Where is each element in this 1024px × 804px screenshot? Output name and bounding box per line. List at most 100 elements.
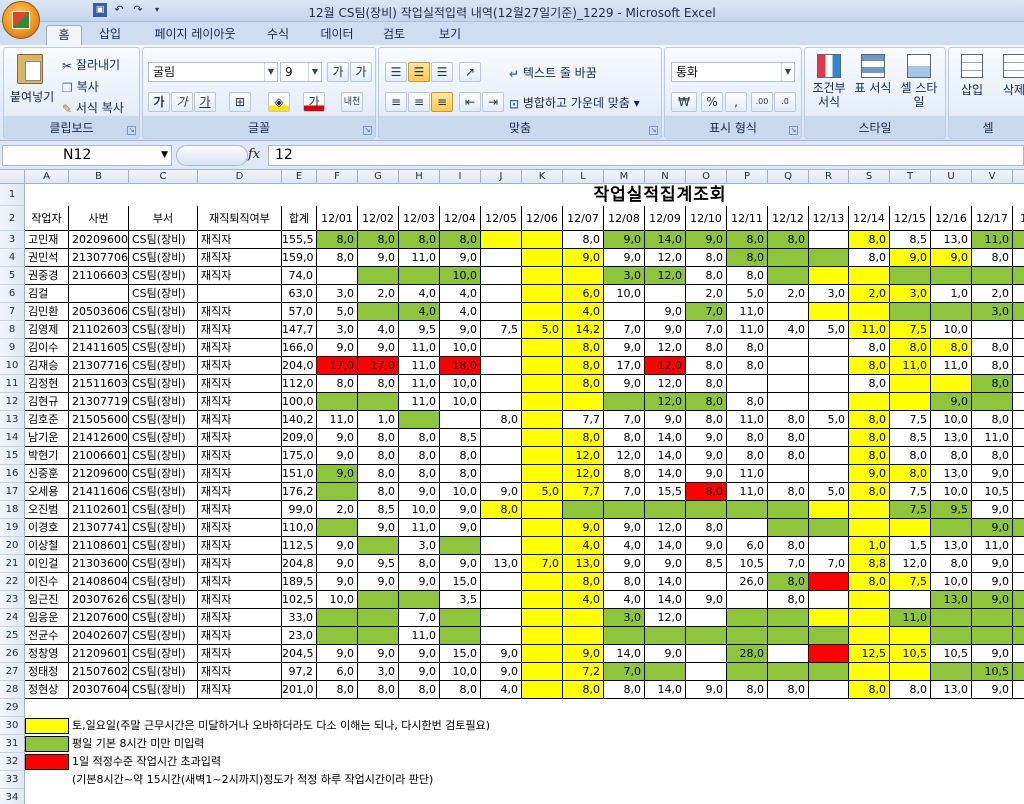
table-cell[interactable]: CS팀(장비): [129, 591, 198, 609]
table-cell[interactable]: 9,0: [317, 537, 358, 555]
table-cell[interactable]: 9,0: [440, 249, 481, 267]
row-header[interactable]: 8: [0, 321, 25, 339]
table-cell[interactable]: 9,0: [604, 339, 645, 357]
table-cell[interactable]: 9,0: [890, 249, 931, 267]
name-box[interactable]: N12 ▼: [2, 145, 172, 166]
row-header[interactable]: 28: [0, 681, 25, 699]
table-cell[interactable]: 23,0: [282, 627, 317, 645]
table-cell[interactable]: [768, 375, 809, 393]
table-cell[interactable]: 9,0: [440, 519, 481, 537]
table-cell[interactable]: 9,0: [604, 249, 645, 267]
table-cell[interactable]: 8,0: [686, 357, 727, 375]
table-cell[interactable]: 1,5: [890, 537, 931, 555]
table-cell[interactable]: 8,0: [317, 249, 358, 267]
table-cell[interactable]: 8,0: [481, 411, 522, 429]
number-launcher-icon[interactable]: ↘: [789, 126, 798, 135]
table-cell[interactable]: 오진범: [25, 501, 69, 519]
table-cell[interactable]: 3,0: [317, 321, 358, 339]
table-cell[interactable]: 8,0: [890, 339, 931, 357]
table-cell[interactable]: 7,0: [522, 555, 563, 573]
column-header[interactable]: B: [69, 170, 129, 184]
table-cell[interactable]: 9,0: [481, 663, 522, 681]
table-cell[interactable]: 21207600: [69, 609, 129, 627]
table-cell[interactable]: [849, 627, 890, 645]
table-cell[interactable]: 8,0: [972, 375, 1013, 393]
table-cell[interactable]: 147,7: [282, 321, 317, 339]
table-cell[interactable]: [645, 285, 686, 303]
table-cell[interactable]: 3,0: [604, 267, 645, 285]
table-cell[interactable]: [481, 429, 522, 447]
table-cell[interactable]: 102,5: [282, 591, 317, 609]
table-cell[interactable]: 13,0: [931, 537, 972, 555]
table-cell[interactable]: [1013, 465, 1024, 483]
table-cell[interactable]: 21307719: [69, 393, 129, 411]
table-cell[interactable]: 7,0: [809, 555, 849, 573]
table-cell[interactable]: 21408604: [69, 573, 129, 591]
table-cell[interactable]: 8,0: [686, 249, 727, 267]
table-cell[interactable]: [481, 249, 522, 267]
table-cell[interactable]: [358, 393, 399, 411]
table-cell[interactable]: 7,5: [890, 501, 931, 519]
header-cell[interactable]: 12/10: [686, 206, 727, 231]
table-cell[interactable]: [809, 537, 849, 555]
table-cell[interactable]: [645, 501, 686, 519]
table-cell[interactable]: 10,0: [931, 573, 972, 591]
row-header[interactable]: 12: [0, 393, 25, 411]
legend-text[interactable]: 1일 적정수준 작업시간 초과입력: [72, 753, 221, 771]
table-cell[interactable]: 이진수: [25, 573, 69, 591]
column-header[interactable]: F: [317, 170, 358, 184]
header-cell[interactable]: 12/17: [972, 206, 1013, 231]
table-cell[interactable]: 5,0: [317, 303, 358, 321]
table-cell[interactable]: 재직자: [198, 591, 282, 609]
table-cell[interactable]: [768, 339, 809, 357]
header-cell[interactable]: 12/15: [890, 206, 931, 231]
table-cell[interactable]: 8,0: [358, 375, 399, 393]
table-cell[interactable]: 9,0: [972, 501, 1013, 519]
row-header[interactable]: 33: [0, 771, 25, 789]
table-cell[interactable]: 2,0: [768, 285, 809, 303]
table-cell[interactable]: 14,0: [645, 447, 686, 465]
table-cell[interactable]: CS팀(장비): [129, 573, 198, 591]
table-cell[interactable]: 8,0: [931, 447, 972, 465]
table-cell[interactable]: [931, 375, 972, 393]
increase-decimal-button[interactable]: .00: [751, 92, 773, 112]
table-cell[interactable]: 11,0: [849, 321, 890, 339]
table-cell[interactable]: CS팀(장비): [129, 501, 198, 519]
table-cell[interactable]: 166,0: [282, 339, 317, 357]
table-cell[interactable]: [809, 609, 849, 627]
table-cell[interactable]: 정태정: [25, 663, 69, 681]
table-cell[interactable]: 8,0: [727, 339, 768, 357]
table-cell[interactable]: [522, 411, 563, 429]
table-cell[interactable]: 9,0: [358, 249, 399, 267]
table-cell[interactable]: 8,0: [727, 429, 768, 447]
header-cell[interactable]: 재직퇴직여부: [198, 206, 282, 231]
header-cell[interactable]: 12/13: [809, 206, 849, 231]
table-cell[interactable]: [1013, 375, 1024, 393]
table-cell[interactable]: 8,0: [972, 249, 1013, 267]
table-cell[interactable]: [522, 339, 563, 357]
table-cell[interactable]: 100,0: [282, 393, 317, 411]
table-cell[interactable]: [849, 501, 890, 519]
table-cell[interactable]: 189,5: [282, 573, 317, 591]
table-cell[interactable]: 재직자: [198, 519, 282, 537]
table-cell[interactable]: 20503606: [69, 303, 129, 321]
table-cell[interactable]: 2,0: [849, 285, 890, 303]
table-cell[interactable]: 9,0: [931, 393, 972, 411]
table-cell[interactable]: [890, 375, 931, 393]
copy-button[interactable]: ❐ 복사: [62, 78, 99, 95]
table-cell[interactable]: 15,0: [440, 645, 481, 663]
legend-text[interactable]: 평일 기본 8시간 미만 미입력: [72, 735, 204, 753]
orientation-button[interactable]: ↗: [459, 62, 481, 82]
currency-button[interactable]: ₩: [671, 92, 697, 112]
table-cell[interactable]: 재직자: [198, 501, 282, 519]
column-header[interactable]: Q: [768, 170, 809, 184]
row-header[interactable]: 34: [0, 789, 25, 804]
table-cell[interactable]: 8,0: [399, 429, 440, 447]
table-cell[interactable]: 9,0: [849, 465, 890, 483]
table-cell[interactable]: [604, 393, 645, 411]
table-cell[interactable]: [849, 303, 890, 321]
table-cell[interactable]: 9,0: [399, 663, 440, 681]
table-cell[interactable]: 5,0: [809, 411, 849, 429]
table-cell[interactable]: [931, 609, 972, 627]
table-cell[interactable]: 21411605: [69, 339, 129, 357]
